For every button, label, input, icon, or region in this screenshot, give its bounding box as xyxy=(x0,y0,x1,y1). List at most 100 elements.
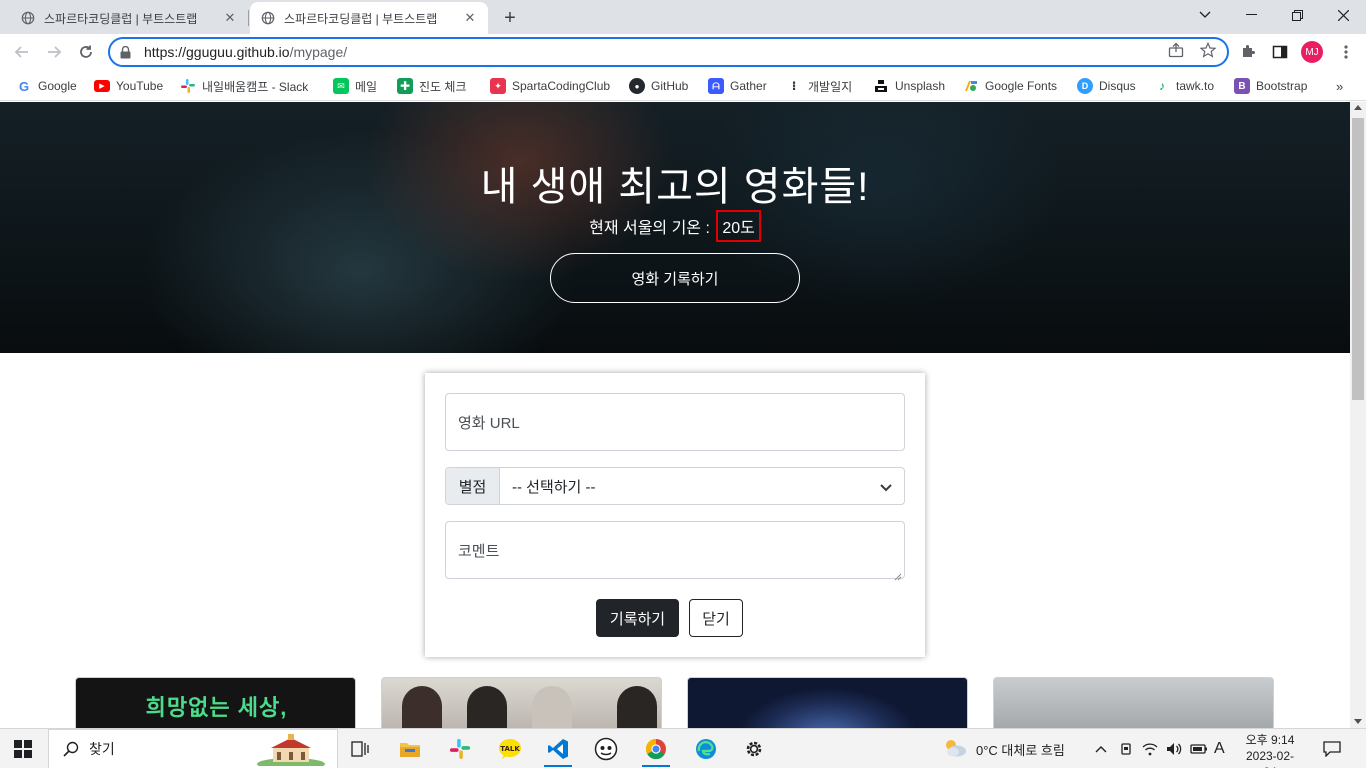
poster-figure xyxy=(402,686,442,728)
weather-cloud-icon xyxy=(942,738,968,761)
edge-icon[interactable] xyxy=(686,733,726,765)
weather-widget[interactable]: 0°C 대체로 흐림 xyxy=(942,729,1065,768)
address-bar[interactable]: https://gguguu.github.io/mypage/ xyxy=(108,37,1229,67)
tab-separator xyxy=(248,10,249,26)
input-method-indicator[interactable]: A xyxy=(1214,729,1225,768)
search-highlight-illustration xyxy=(255,734,327,768)
star-icon[interactable] xyxy=(1198,40,1218,60)
bookmark-label: GitHub xyxy=(651,79,689,93)
bookmark-bootstrap[interactable]: B Bootstrap xyxy=(1234,75,1307,97)
movie-card[interactable] xyxy=(993,677,1274,728)
url-text: https://gguguu.github.io/mypage/ xyxy=(144,44,347,60)
globe-icon xyxy=(20,10,36,26)
scrollbar-thumb[interactable] xyxy=(1352,118,1364,400)
movie-form-card: 영화 URL 별점 -- 선택하기 -- 코멘트 기록하기 닫기 xyxy=(425,373,925,657)
profile-avatar[interactable]: MJ xyxy=(1301,41,1323,63)
meet-now-icon[interactable] xyxy=(1119,729,1133,768)
wifi-icon[interactable] xyxy=(1142,729,1158,768)
taskbar-search-input[interactable]: 찾기 xyxy=(48,729,338,768)
bookmark-google[interactable]: G Google xyxy=(16,75,77,97)
movie-card[interactable]: 희망없는 세상, xyxy=(75,677,356,728)
movie-url-input[interactable]: 영화 URL xyxy=(445,393,905,451)
scroll-down-icon[interactable] xyxy=(1354,719,1362,724)
temperature-value: 20도 xyxy=(716,210,761,242)
tray-overflow-icon[interactable] xyxy=(1095,729,1107,768)
share-icon[interactable] xyxy=(1166,40,1186,60)
save-button[interactable]: 기록하기 xyxy=(596,599,679,637)
comment-placeholder: 코멘트 xyxy=(458,542,500,560)
youtube-icon: ▶ xyxy=(94,80,110,92)
bookmark-google-fonts[interactable]: Google Fonts xyxy=(963,75,1057,97)
temperature-line: 현재 서울의 기온 : 20도 xyxy=(0,210,1350,242)
close-button[interactable]: 닫기 xyxy=(689,599,743,637)
temperature-label: 현재 서울의 기온 : xyxy=(589,220,715,237)
resize-grip-icon[interactable] xyxy=(894,568,902,581)
browser-tab-2[interactable]: 스파르타코딩클럽 | 부트스트랩 ✕ xyxy=(250,2,488,34)
extensions-icon[interactable] xyxy=(1236,40,1260,64)
bookmark-progress-check[interactable]: ✚ 진도 체크 xyxy=(397,75,467,97)
chrome-icon[interactable] xyxy=(636,733,676,767)
tawkto-icon: ♪ xyxy=(1159,79,1165,93)
clock-time: 오후 9:14 xyxy=(1245,733,1295,747)
bookmark-unsplash[interactable]: Unsplash xyxy=(873,75,945,97)
bookmark-spartacodingclub[interactable]: ✦ SpartaCodingClub xyxy=(490,75,610,97)
rating-group: 별점 -- 선택하기 -- xyxy=(445,467,905,505)
movie-card[interactable] xyxy=(381,677,662,728)
bootstrap-icon: B xyxy=(1234,78,1250,94)
close-icon[interactable]: ✕ xyxy=(462,10,478,26)
movie-card[interactable] xyxy=(687,677,968,728)
windows-start-icon[interactable] xyxy=(14,740,32,758)
vscode-icon[interactable] xyxy=(538,733,578,767)
bookmark-mail[interactable]: ✉ 메일 xyxy=(333,75,377,97)
bookmark-tawkto[interactable]: ♪ tawk.to xyxy=(1154,75,1214,97)
record-movie-button[interactable]: 영화 기록하기 xyxy=(550,253,800,303)
poster-badge xyxy=(1099,688,1149,700)
forward-icon[interactable] xyxy=(40,38,68,66)
browser-toolbar: https://gguguu.github.io/mypage/ MJ xyxy=(0,34,1366,70)
system-clock[interactable]: 오후 9:14 2023-02-24 xyxy=(1240,732,1300,768)
kakaotalk-icon[interactable]: TALK xyxy=(490,733,530,765)
search-icon xyxy=(63,741,79,757)
rating-select[interactable]: -- 선택하기 -- xyxy=(500,468,904,504)
minimize-icon[interactable] xyxy=(1228,0,1274,30)
slack-icon[interactable] xyxy=(440,733,480,765)
bookmark-youtube[interactable]: ▶ YouTube xyxy=(94,75,163,97)
task-view-icon[interactable] xyxy=(340,733,380,765)
bookmark-label: YouTube xyxy=(116,79,164,93)
volume-icon[interactable] xyxy=(1166,729,1182,768)
settings-gear-icon[interactable] xyxy=(734,733,774,765)
battery-icon[interactable] xyxy=(1190,729,1208,768)
new-tab-button[interactable]: + xyxy=(498,6,522,30)
back-icon[interactable] xyxy=(8,38,36,66)
bookmark-gather[interactable]: ᗩ Gather xyxy=(708,75,767,97)
notification-center-icon[interactable] xyxy=(1323,729,1341,768)
poster-text: 희망없는 세상, xyxy=(145,695,288,720)
bookmark-dev-journal[interactable]: ⁝ 개발일지 xyxy=(786,75,852,97)
file-explorer-icon[interactable] xyxy=(390,733,430,765)
tab-search-icon[interactable] xyxy=(1182,0,1228,30)
scroll-up-icon[interactable] xyxy=(1354,105,1362,110)
bookmark-label: Bootstrap xyxy=(1256,79,1308,93)
plus-doc-icon: ✚ xyxy=(397,78,413,94)
menu-kebab-icon[interactable] xyxy=(1334,40,1358,64)
git-client-icon[interactable] xyxy=(586,733,626,765)
bookmark-label: SpartaCodingClub xyxy=(512,79,611,93)
close-window-icon[interactable] xyxy=(1320,0,1366,30)
close-icon[interactable]: ✕ xyxy=(222,10,238,26)
reload-icon[interactable] xyxy=(72,38,100,66)
slack-icon xyxy=(180,78,196,94)
bookmark-slack[interactable]: 내일배움캠프 - Slack xyxy=(180,75,308,97)
lock-icon[interactable] xyxy=(120,45,134,59)
url-path: /mypage/ xyxy=(289,44,348,60)
bookmark-disqus[interactable]: D Disqus xyxy=(1077,75,1136,97)
comment-textarea[interactable]: 코멘트 xyxy=(445,521,905,581)
side-panel-icon[interactable] xyxy=(1268,40,1292,64)
github-icon: ● xyxy=(629,78,645,94)
page-scrollbar[interactable] xyxy=(1350,102,1366,728)
restore-icon[interactable] xyxy=(1274,0,1320,30)
weather-text: 0°C 대체로 흐림 xyxy=(976,742,1065,758)
bookmark-github[interactable]: ● GitHub xyxy=(629,75,688,97)
bookmarks-overflow-button[interactable]: » xyxy=(1336,79,1343,94)
notion-dots-icon: ⁝ xyxy=(791,79,797,93)
browser-tab-1[interactable]: 스파르타코딩클럽 | 부트스트랩 ✕ xyxy=(10,2,248,34)
